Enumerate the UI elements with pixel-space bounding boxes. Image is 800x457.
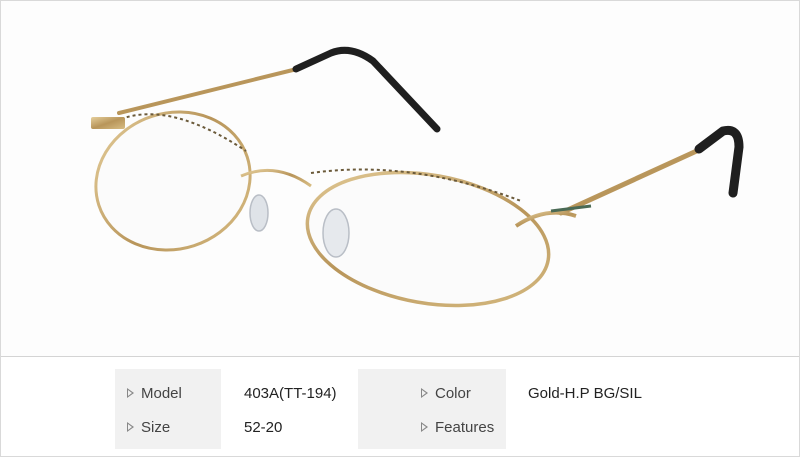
eyeglasses-icon: [91, 46, 744, 308]
triangle-bullet-icon: [127, 422, 134, 432]
color-value: Gold-H.P BG/SIL: [528, 384, 642, 402]
size-value: 52-20: [244, 418, 283, 436]
size-label: Size: [127, 417, 170, 437]
triangle-bullet-icon: [421, 422, 428, 432]
product-card: Model 403A(TT-194) Color Gold-H.P BG/SIL…: [0, 0, 800, 457]
label-column-right: [358, 369, 506, 449]
spec-table: Model 403A(TT-194) Color Gold-H.P BG/SIL…: [1, 357, 799, 456]
label-column-left: [115, 369, 221, 449]
color-label: Color: [421, 383, 471, 403]
model-value: 403A(TT-194): [244, 384, 337, 402]
triangle-bullet-icon: [127, 388, 134, 398]
product-photo: [1, 1, 799, 356]
model-label: Model: [127, 383, 182, 403]
triangle-bullet-icon: [421, 388, 428, 398]
features-label: Features: [421, 417, 494, 437]
